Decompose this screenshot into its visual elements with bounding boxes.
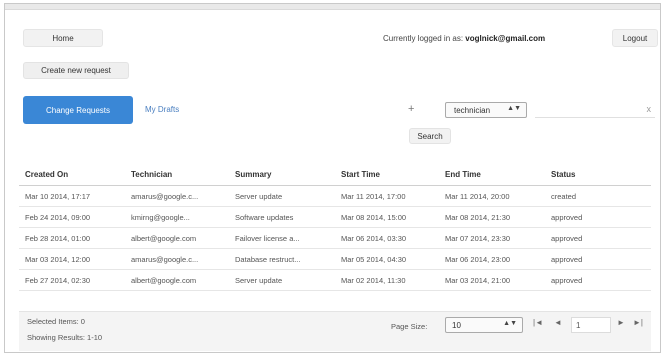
next-page-icon[interactable]: ►	[617, 318, 625, 327]
last-page-icon[interactable]: ►|	[633, 318, 643, 327]
cell-technician: amarus@google.c...	[131, 254, 199, 264]
page-number-input[interactable]: 1	[571, 317, 611, 333]
window-top-bar	[5, 4, 660, 10]
table-header-row: Created On Technician Summary Start Time…	[19, 164, 651, 186]
first-page-icon[interactable]: |◄	[533, 318, 543, 327]
select-arrows-icon: ▲▼	[503, 320, 517, 327]
cell-status: approved	[551, 254, 583, 264]
table-footer: Selected Items: 0 Showing Results: 1-10 …	[19, 311, 651, 351]
table-row[interactable]: Feb 24 2014, 09:00 kmirng@google... Soft…	[19, 207, 651, 228]
login-prefix: Currently logged in as:	[383, 34, 464, 43]
cell-summary: Software updates	[235, 212, 294, 222]
cell-created-on: Feb 24 2014, 09:00	[25, 212, 91, 222]
page-size-select[interactable]: 10 ▲▼	[445, 317, 523, 333]
cell-end-time: Mar 06 2014, 23:00	[445, 254, 511, 264]
login-user: voglnick@gmail.com	[465, 34, 546, 43]
cell-start-time: Mar 05 2014, 04:30	[341, 254, 407, 264]
column-header-status[interactable]: Status	[551, 164, 647, 185]
cell-technician: amarus@google.c...	[131, 191, 199, 201]
table-row[interactable]: Feb 27 2014, 02:30 albert@google.com Ser…	[19, 270, 651, 291]
selected-items-count: Selected Items: 0	[27, 317, 85, 326]
cell-status: approved	[551, 275, 583, 285]
add-filter-icon[interactable]: +	[408, 103, 414, 115]
column-header-end-time[interactable]: End Time	[445, 164, 547, 185]
select-arrows-icon: ▲▼	[507, 105, 521, 112]
prev-page-icon[interactable]: ◄	[554, 318, 562, 327]
cell-summary: Server update	[235, 275, 283, 285]
showing-results: Showing Results: 1-10	[27, 333, 103, 342]
cell-start-time: Mar 02 2014, 11:30	[341, 275, 406, 285]
filter-field-value: technician	[454, 105, 491, 115]
requests-table: Created On Technician Summary Start Time…	[19, 164, 651, 291]
table-row[interactable]: Mar 10 2014, 17:17 amarus@google.c... Se…	[19, 186, 651, 207]
search-button[interactable]: Search	[409, 128, 451, 144]
cell-technician: kmirng@google...	[131, 212, 190, 222]
cell-end-time: Mar 07 2014, 23:30	[445, 233, 511, 243]
cell-created-on: Mar 03 2014, 12:00	[25, 254, 91, 264]
cell-technician: albert@google.com	[131, 275, 197, 285]
cell-summary: Server update	[235, 191, 283, 201]
clear-filter-icon[interactable]: x	[647, 104, 652, 114]
tab-my-drafts[interactable]: My Drafts	[145, 105, 179, 114]
cell-summary: Failover license a...	[235, 233, 300, 243]
cell-status: approved	[551, 233, 583, 243]
logout-button[interactable]: Logout	[612, 29, 658, 47]
login-status: Currently logged in as: voglnick@gmail.c…	[383, 34, 545, 43]
cell-status: created	[551, 191, 577, 201]
column-header-created-on[interactable]: Created On	[25, 164, 129, 185]
cell-status: approved	[551, 212, 583, 222]
filter-input[interactable]: x	[535, 100, 655, 118]
filter-field-select[interactable]: technician ▲▼	[445, 102, 527, 118]
column-header-technician[interactable]: Technician	[131, 164, 229, 185]
cell-start-time: Mar 08 2014, 15:00	[341, 212, 407, 222]
tab-change-requests[interactable]: Change Requests	[23, 96, 133, 124]
app-window: Home Currently logged in as: voglnick@gm…	[4, 3, 661, 353]
cell-end-time: Mar 11 2014, 20:00	[445, 191, 510, 201]
cell-created-on: Feb 27 2014, 02:30	[25, 275, 91, 285]
cell-end-time: Mar 03 2014, 21:00	[445, 275, 511, 285]
cell-start-time: Mar 06 2014, 03:30	[341, 233, 407, 243]
page-size-value: 10	[452, 320, 461, 330]
column-header-start-time[interactable]: Start Time	[341, 164, 441, 185]
cell-created-on: Feb 28 2014, 01:00	[25, 233, 91, 243]
page-number-value: 1	[576, 320, 581, 330]
cell-technician: albert@google.com	[131, 233, 197, 243]
cell-summary: Database restruct...	[235, 254, 301, 264]
cell-start-time: Mar 11 2014, 17:00	[341, 191, 406, 201]
home-button[interactable]: Home	[23, 29, 103, 47]
table-row[interactable]: Mar 03 2014, 12:00 amarus@google.c... Da…	[19, 249, 651, 270]
column-header-summary[interactable]: Summary	[235, 164, 333, 185]
page-size-label: Page Size:	[391, 322, 428, 331]
create-request-button[interactable]: Create new request	[23, 62, 129, 79]
cell-created-on: Mar 10 2014, 17:17	[25, 191, 91, 201]
cell-end-time: Mar 08 2014, 21:30	[445, 212, 511, 222]
table-row[interactable]: Feb 28 2014, 01:00 albert@google.com Fai…	[19, 228, 651, 249]
